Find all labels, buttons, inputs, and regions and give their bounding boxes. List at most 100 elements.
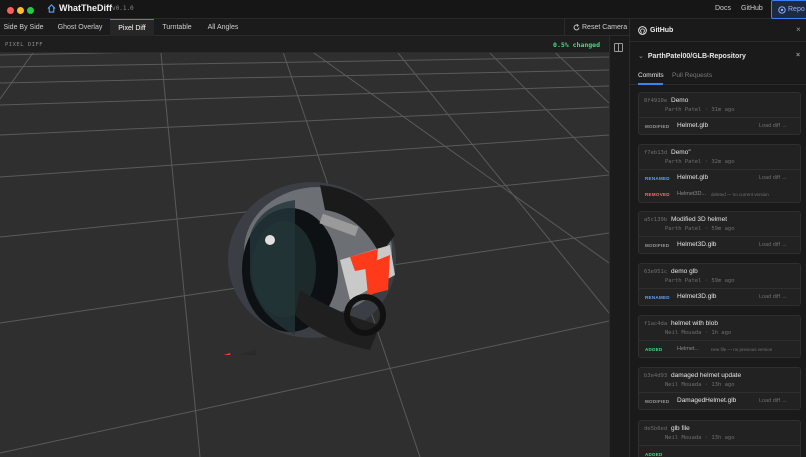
commit-header: 8f4910e Demo Parth Patel · 31m ago [639,93,800,118]
status-badge: ADDED [645,452,663,457]
file-row: MODIFIED Helmet3D.glb Load diff → [639,237,800,253]
commit-meta: Parth Patel · 32m ago [665,159,735,165]
commit-sha: f1ac4da [644,321,668,327]
commit-message: demo glb [671,268,698,275]
github-panel-header: GitHub × [630,19,806,42]
file-name: Helmet... [677,346,700,352]
diff-mode-label: PIXEL DIFF [5,42,44,48]
tab-side-by-side[interactable]: Side By Side [0,19,47,36]
github-panel-title: GitHub [650,27,674,34]
tab-pull-requests[interactable]: Pull Requests [672,72,712,79]
reset-camera-label: Reset Camera [582,24,628,31]
app-version: v0.1.0 [112,5,134,12]
status-badge: RENAMED [645,176,670,181]
commit-message: Demo [671,97,689,104]
status-badge: MODIFIED [645,399,670,404]
file-note: new file — no previous version [711,347,773,352]
tab-commits[interactable]: Commits [638,72,664,79]
commit-meta: Neil Mouada · 13h ago [665,435,735,441]
commit-message: glb file [671,425,690,432]
status-badge: MODIFIED [645,124,670,129]
tab-turntable[interactable]: Turntable [156,19,198,36]
repo-button[interactable]: Repo [771,0,806,19]
status-badge: MODIFIED [645,243,670,248]
commit-card[interactable]: de5b6ed glb file Neil Mouada · 13h ago A… [638,420,801,457]
repo-selector[interactable]: ⌄ ParthPatel00/GLB-Repository × [638,52,800,60]
commit-meta: Parth Patel · 59m ago [665,226,735,232]
active-tab-indicator [638,83,663,85]
load-diff-link[interactable]: Load diff → [759,123,787,129]
file-name: DamagedHelmet.glb [677,397,737,404]
title-bar: WhatTheDiff v0.1.0 Docs GitHub Repo [0,0,806,19]
file-name: Helmet.glb [677,122,709,129]
helmet-model [223,182,396,355]
commit-header: f7eb13d Demo" Parth Patel · 32m ago [639,145,800,170]
commit-message: damaged helmet update [671,372,742,379]
repo-button-label: Repo [788,6,805,13]
app-title: WhatTheDiff [59,3,112,13]
close-window-button[interactable] [7,7,14,14]
file-name: Helmet3D... [677,191,707,197]
load-diff-link[interactable]: Load diff → [759,175,787,181]
commit-sha: 8f4910e [644,98,668,104]
file-name: Helmet.glb [677,174,709,181]
file-name: Helmet3D.glb [677,241,717,248]
commit-header: de5b6ed glb file Neil Mouada · 13h ago [639,421,800,446]
3d-viewport[interactable] [0,53,609,457]
commit-meta: Parth Patel · 59m ago [665,278,735,284]
status-badge: REMOVED [645,192,670,197]
commit-card[interactable]: f1ac4da helmet with blob Neil Mouada · 1… [638,315,801,358]
nav-github-link[interactable]: GitHub [741,5,763,12]
repo-name: ParthPatel00/GLB-Repository [647,53,746,60]
load-diff-link[interactable]: Load diff → [759,242,787,248]
commit-card[interactable]: b3e4d93 damaged helmet update Neil Mouad… [638,367,801,410]
file-row: RENAMED Helmet3D.glb Load diff → [639,289,800,305]
commit-header: b3e4d93 damaged helmet update Neil Mouad… [639,368,800,393]
github-icon [638,26,647,35]
file-note: deleted — no current version [711,192,769,197]
nav-docs-link[interactable]: Docs [715,5,731,12]
commit-message: helmet with blob [671,320,718,327]
commit-card[interactable]: f7eb13d Demo" Parth Patel · 32m ago RENA… [638,144,801,203]
commit-meta: Neil Mouada · 13h ago [665,382,735,388]
file-row: RENAMED Helmet.glb Load diff → [639,170,800,186]
file-row: MODIFIED Helmet.glb Load diff → [639,118,800,134]
reset-icon [573,24,580,31]
tab-ghost-overlay[interactable]: Ghost Overlay [52,19,108,36]
maximize-window-button[interactable] [27,7,34,14]
commit-card[interactable]: 63e951c demo glb Parth Patel · 59m ago R… [638,263,801,306]
commit-header: a5c139b Modified 3D helmet Parth Patel ·… [639,212,800,237]
load-diff-link[interactable]: Load diff → [759,294,787,300]
tab-all-angles[interactable]: All Angles [202,19,244,36]
minimize-window-button[interactable] [17,7,24,14]
chevron-down-icon: ⌄ [638,53,644,60]
commit-header: 63e951c demo glb Parth Patel · 59m ago [639,264,800,289]
close-icon[interactable]: × [796,25,801,34]
tab-pixel-diff[interactable]: Pixel Diff [110,19,154,36]
commit-sha: a5c139b [644,217,668,223]
load-diff-link[interactable]: Load diff → [759,398,787,404]
github-tabs: Commits Pull Requests [630,70,806,85]
toggle-panel-icon[interactable] [614,43,623,52]
home-icon[interactable] [47,4,56,13]
view-mode-tabs: Side By Side Ghost Overlay Pixel Diff Tu… [0,19,629,36]
status-badge: ADDED [645,347,663,352]
commit-sha: 63e951c [644,269,668,275]
status-badge: RENAMED [645,295,670,300]
file-row: ADDED [639,446,800,457]
commit-sha: de5b6ed [644,426,668,432]
remove-repo-icon[interactable]: × [796,52,800,59]
file-row: ADDED Helmet... new file — no previous v… [639,341,800,357]
commit-meta: Neil Mouada · 1h ago [665,330,732,336]
file-row: MODIFIED DamagedHelmet.glb Load diff → [639,393,800,409]
commit-card[interactable]: 8f4910e Demo Parth Patel · 31m ago MODIF… [638,92,801,135]
commit-meta: Parth Patel · 31m ago [665,107,735,113]
github-panel: GitHub × ⌄ ParthPatel00/GLB-Repository × … [629,19,806,457]
commit-message: Demo" [671,149,691,156]
viewport-header: PIXEL DIFF 0.5% changed [0,36,609,53]
commit-card[interactable]: a5c139b Modified 3D helmet Parth Patel ·… [638,211,801,254]
reset-camera-button[interactable]: Reset Camera [564,19,629,36]
panel-gutter [609,36,629,457]
commit-header: f1ac4da helmet with blob Neil Mouada · 1… [639,316,800,341]
commit-sha: f7eb13d [644,150,668,156]
